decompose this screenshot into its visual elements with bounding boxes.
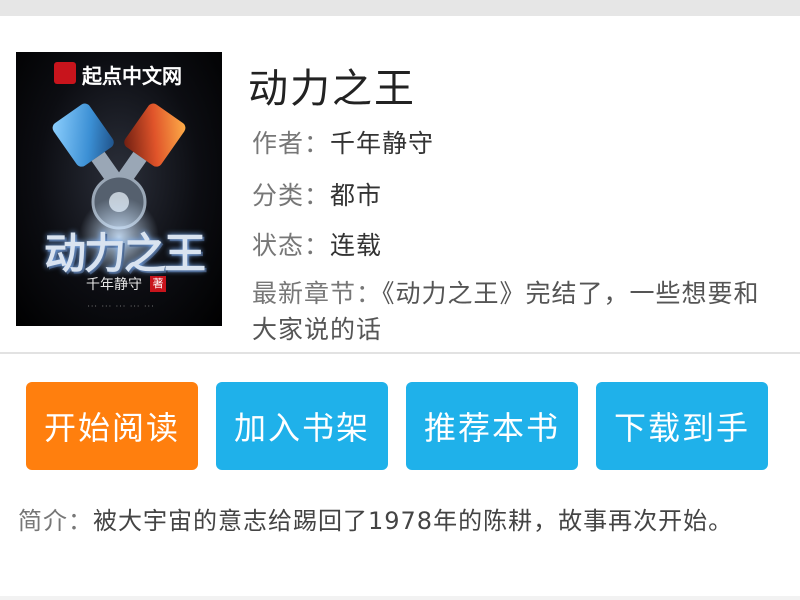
top-bar <box>0 0 800 16</box>
recommend-book-button[interactable]: 推荐本书 <box>406 382 578 470</box>
intro-text: 被大宇宙的意志给踢回了1978年的陈耕，故事再次开始。 <box>93 507 734 535</box>
book-intro: 简介：被大宇宙的意志给踢回了1978年的陈耕，故事再次开始。 <box>18 496 782 546</box>
section-divider <box>0 352 800 354</box>
book-title: 动力之王 <box>248 66 416 112</box>
latest-chapter-label: 最新章节： <box>252 279 383 308</box>
intro-label: 简介： <box>18 507 93 535</box>
status-value: 连载 <box>330 231 383 260</box>
author-label: 作者： <box>252 129 331 158</box>
cover-author: 千年静守 <box>86 277 142 293</box>
category-label: 分类： <box>252 181 331 210</box>
book-status: 状态：连载 <box>252 226 382 262</box>
latest-chapter[interactable]: 最新章节：《动力之王》完结了，一些想要和大家说的话 <box>252 276 782 348</box>
book-cover-image[interactable]: 起点中文网 动力之王 千年静守 著 ··· ··· ··· ··· ··· <box>16 52 222 326</box>
start-reading-button[interactable]: 开始阅读 <box>26 382 198 470</box>
author-value[interactable]: 千年静守 <box>330 129 434 158</box>
category-value[interactable]: 都市 <box>330 181 382 210</box>
add-to-shelf-button[interactable]: 加入书架 <box>216 382 388 470</box>
cover-badge: 著 <box>150 276 166 292</box>
book-author: 作者：千年静守 <box>252 124 434 160</box>
download-button[interactable]: 下载到手 <box>596 382 768 470</box>
cover-fine-print: ··· ··· ··· ··· ··· <box>87 302 155 311</box>
cover-title: 动力之王 <box>43 229 206 278</box>
status-label: 状态： <box>252 231 331 260</box>
bottom-bar <box>0 596 800 600</box>
book-category: 分类：都市 <box>252 176 382 212</box>
